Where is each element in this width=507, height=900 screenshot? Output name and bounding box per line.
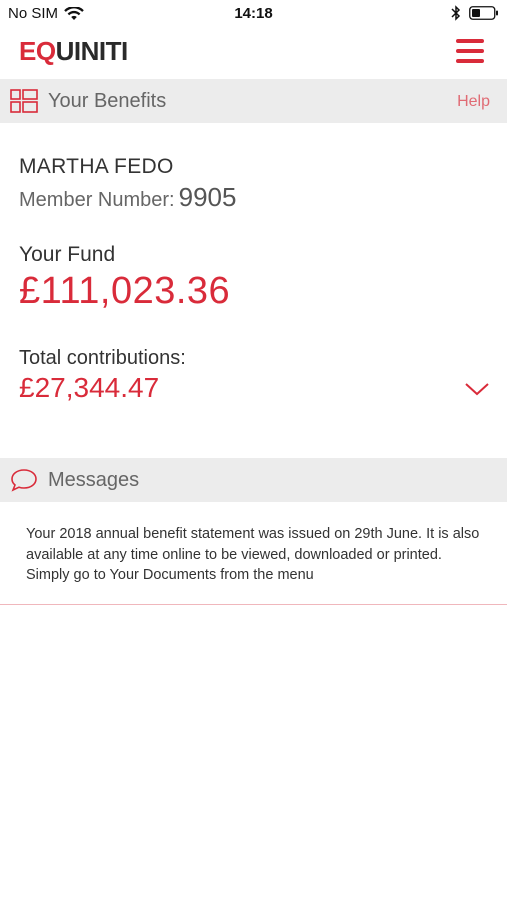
benefits-section-bar: Your Benefits Help xyxy=(0,79,507,123)
status-bar: No SIM 14:18 xyxy=(0,0,507,28)
dashboard-grid-icon xyxy=(10,89,38,113)
status-right xyxy=(451,5,499,21)
bluetooth-icon xyxy=(451,5,461,21)
messages-section-bar: Messages xyxy=(0,458,507,502)
member-number-row: Member Number: 9905 xyxy=(19,182,236,213)
messages-title: Messages xyxy=(48,469,140,491)
speech-bubble-icon xyxy=(11,469,37,492)
message-item: Your 2018 annual benefit statement was i… xyxy=(26,526,480,583)
contributions-label: Total contributions: xyxy=(19,347,186,369)
app-header: EQUINITI xyxy=(0,28,507,79)
contributions-value: £27,344.47 xyxy=(19,372,160,403)
fund-label: Your Fund xyxy=(19,243,116,266)
hamburger-menu-icon[interactable] xyxy=(456,39,484,63)
fund-value: £111,023.36 xyxy=(19,270,231,312)
logo-part-eq: EQ xyxy=(19,36,56,66)
member-number-value: 9905 xyxy=(178,182,237,212)
benefits-title: Your Benefits xyxy=(48,90,167,112)
status-time: 14:18 xyxy=(234,5,273,22)
logo-part-rest: UINITI xyxy=(55,36,129,66)
member-name: MARTHA FEDO xyxy=(19,155,174,178)
chevron-down-icon[interactable] xyxy=(465,382,489,396)
help-link[interactable]: Help xyxy=(457,93,490,111)
equiniti-logo: EQUINITI xyxy=(19,36,128,67)
battery-icon xyxy=(469,6,498,20)
message-divider xyxy=(0,604,507,605)
member-number-label: Member Number: xyxy=(19,189,175,211)
